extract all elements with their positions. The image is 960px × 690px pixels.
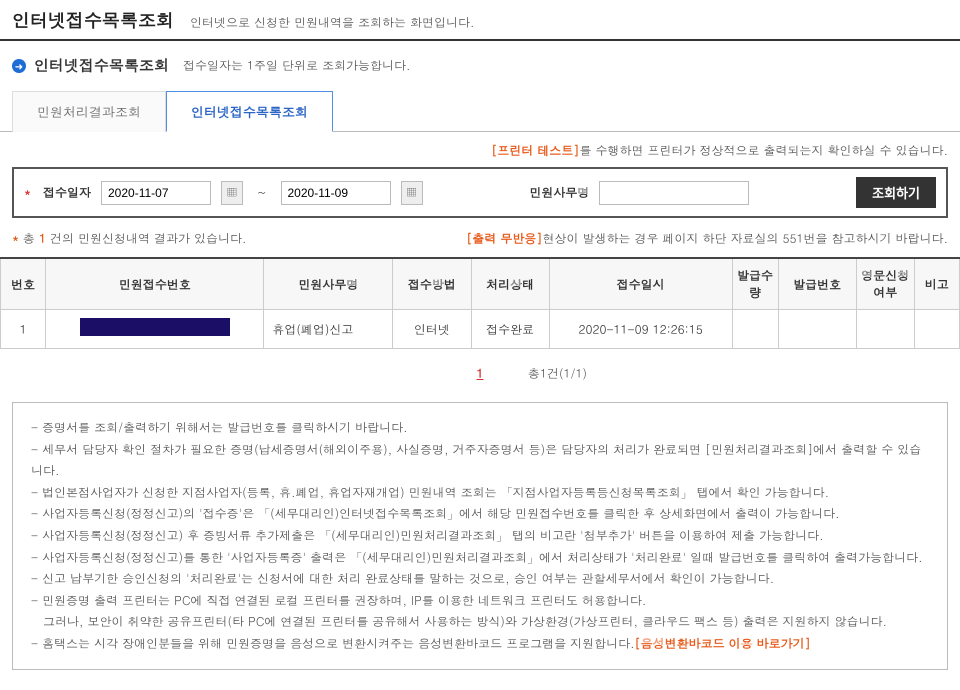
- help-9a: - 홈택스는 시각 장애인분들을 위해 민원증명을 음성으로 변환시켜주는 음성…: [31, 635, 635, 652]
- help-7: - 신고 납부기한 승인신청의 '처리완료'는 신청서에 대한 처리 완료상태를…: [31, 568, 929, 590]
- col-name: 민원사무명: [264, 258, 393, 310]
- col-recno: 민원접수번호: [46, 258, 264, 310]
- col-remark: 비고: [914, 258, 959, 310]
- cell-qty: [732, 310, 778, 349]
- nooutput-warn-desc: 현상이 발생하는 경우 페이지 하단 자료실의 551번을 참고하시기 바랍니다…: [542, 230, 948, 247]
- help-3: - 법인본점사업자가 신청한 지점사업자(등록, 휴.폐업, 휴업자재개업) 민…: [31, 482, 929, 504]
- page-title: 인터넷접수목록조회: [12, 8, 174, 33]
- count-suffix: 건의 민원신청내역 결과가 있습니다.: [46, 230, 247, 247]
- tab-result-inquiry[interactable]: 민원처리결과조회: [12, 91, 166, 132]
- cell-no: 1: [1, 310, 46, 349]
- help-5: - 사업자등록신청(정정신고) 후 증빙서류 추가제출은 「(세무대리인)민원처…: [31, 525, 929, 547]
- col-issueno: 발급번호: [778, 258, 856, 310]
- cell-remark: [914, 310, 959, 349]
- printer-test-link[interactable]: [프린터 테스트]: [491, 142, 579, 159]
- date-from-input[interactable]: [101, 181, 211, 205]
- col-qty: 발급수량: [732, 258, 778, 310]
- date-label: 접수일자: [43, 184, 91, 201]
- cell-method: 인터넷: [393, 310, 471, 349]
- col-status: 처리상태: [471, 258, 549, 310]
- tab-internet-receipt[interactable]: 인터넷접수목록조회: [166, 91, 333, 132]
- cell-eng: [856, 310, 914, 349]
- section-desc: 접수일자는 1주일 단위로 조회가능합니다.: [183, 57, 411, 74]
- calendar-from-icon[interactable]: ▦: [221, 181, 243, 205]
- col-date: 접수일시: [549, 258, 732, 310]
- help-1: - 증명서를 조회/출력하기 위해서는 발급번호를 클릭하시기 바랍니다.: [31, 417, 929, 439]
- page-current[interactable]: 1: [477, 365, 484, 382]
- tilde: ~: [257, 184, 267, 201]
- search-panel: * 접수일자 ▦ ~ ▦ 민원사무명 조회하기: [12, 167, 948, 218]
- help-8b: 그러나, 보안이 취약한 공유프린터(타 PC에 연결된 프린터를 공유해서 사…: [31, 611, 929, 633]
- col-eng: 영문신청여부: [856, 258, 914, 310]
- cell-status: 접수완료: [471, 310, 549, 349]
- voice-barcode-link[interactable]: [음성변환바코드 이용 바로가기]: [635, 635, 811, 652]
- table-row: 1 휴업(폐업)신고 인터넷 접수완료 2020-11-09 12:26:15: [1, 310, 960, 349]
- name-label: 민원사무명: [529, 184, 589, 201]
- help-6: - 사업자등록신청(정정신고)를 통한 '사업자등록증' 출력은 「(세무대리인…: [31, 547, 929, 569]
- help-4: - 사업자등록신청(정정신고)의 '접수증'은 「(세무대리인)인터넷접수목록조…: [31, 503, 929, 525]
- cell-issueno: [778, 310, 856, 349]
- count-value: 1: [39, 230, 46, 247]
- name-input[interactable]: [599, 181, 749, 205]
- cell-recno-redacted[interactable]: [80, 318, 230, 336]
- cell-name: 휴업(폐업)신고: [264, 310, 393, 349]
- date-to-input[interactable]: [281, 181, 391, 205]
- help-panel: - 증명서를 조회/출력하기 위해서는 발급번호를 클릭하시기 바랍니다. - …: [12, 402, 948, 670]
- printer-test-desc: 를 수행하면 프린터가 정상적으로 출력되는지 확인하실 수 있습니다.: [579, 142, 948, 159]
- page-total: 총1건(1/1): [528, 365, 587, 382]
- required-marker: *: [24, 184, 33, 201]
- nooutput-warn-label: [출력 무반응]: [466, 230, 542, 247]
- col-no: 번호: [1, 258, 46, 310]
- help-8: - 민원증명 출력 프린터는 PC에 직접 연결된 로컬 프린터를 권장하며, …: [31, 590, 929, 612]
- section-title: 인터넷접수목록조회: [34, 55, 169, 76]
- help-2: - 세무서 담당자 확인 절차가 필요한 증명(납세증명서(해외이주용), 사실…: [31, 439, 929, 482]
- calendar-to-icon[interactable]: ▦: [401, 181, 423, 205]
- results-table: 번호 민원접수번호 민원사무명 접수방법 처리상태 접수일시 발급수량 발급번호…: [0, 257, 960, 349]
- page-desc: 인터넷으로 신청한 민원내역을 조회하는 화면입니다.: [190, 14, 475, 31]
- cell-date: 2020-11-09 12:26:15: [549, 310, 732, 349]
- count-prefix: 총: [19, 230, 39, 247]
- col-method: 접수방법: [393, 258, 471, 310]
- search-button[interactable]: 조회하기: [856, 177, 936, 208]
- arrow-right-icon: ➜: [12, 59, 26, 73]
- count-bullet: *: [12, 230, 19, 247]
